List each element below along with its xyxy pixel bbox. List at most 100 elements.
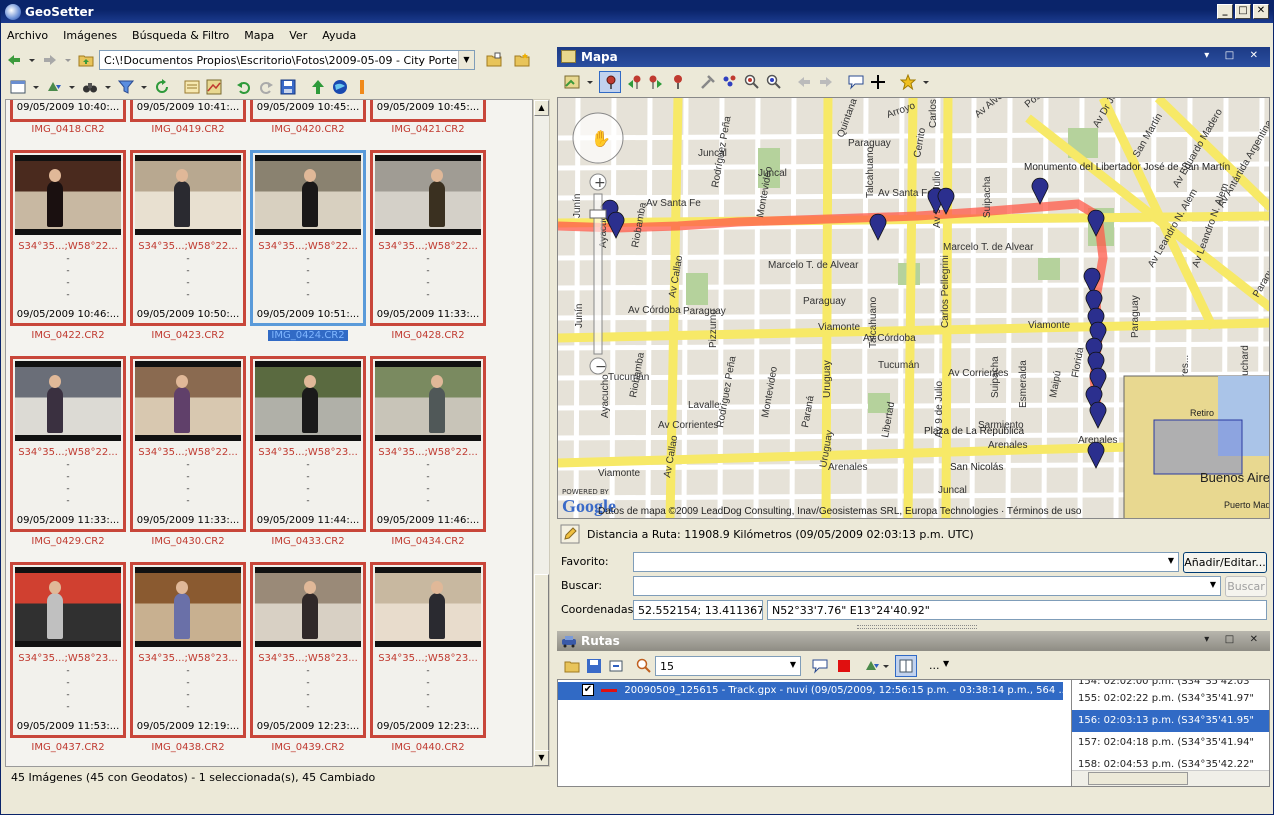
thumbnail-card[interactable]: S34°35...;W58°22... - - - - 09/05/2009 11:33:… <box>10 356 126 532</box>
save-route-icon[interactable] <box>586 658 602 674</box>
thumbnail-vertical-scrollbar[interactable]: ▲ ▼ <box>533 99 550 767</box>
sort-dropdown-icon[interactable] <box>68 79 76 95</box>
thumbnail-card[interactable]: S34°35...;W58°23... - - - - 09/05/2009 12:23:… <box>250 562 366 738</box>
track-point-item[interactable]: 157: 02:04:18 p.m. (S34°35'41.94" <box>1072 732 1269 754</box>
map-canvas[interactable]: Av Santa Fe Av Santa Fe Marcelo T. de Alve… <box>558 98 1270 519</box>
thumbnail-card[interactable]: S34°35...;W58°22... - - - - 09/05/2009 11:33:… <box>130 356 246 532</box>
thumbnail-card-partial[interactable]: 09/05/2009 10:45:... <box>370 100 486 122</box>
undo-icon[interactable] <box>236 79 252 95</box>
filter-funnel-icon[interactable] <box>118 79 134 95</box>
crosshair-icon[interactable] <box>870 74 886 90</box>
search-dropdown-icon[interactable] <box>104 79 112 95</box>
more-options-button[interactable]: ... <box>929 659 940 672</box>
maximize-button[interactable]: □ <box>1235 4 1251 19</box>
back-arrow-icon[interactable] <box>6 52 22 68</box>
track-point-item[interactable]: 156: 02:03:13 p.m. (S34°35'41.95" <box>1072 710 1269 732</box>
map-panel-controls[interactable]: ▾ □ ✕ <box>1204 50 1264 61</box>
zoom-level-combobox[interactable]: 15 ▼ <box>655 656 801 676</box>
save-icon[interactable] <box>280 79 296 95</box>
route-sort-icon[interactable] <box>864 658 880 674</box>
dms-coordinates-field[interactable]: N52°33'7.76" E13°24'40.92" <box>767 600 1267 620</box>
scroll-down-arrow-icon[interactable]: ▼ <box>534 750 549 766</box>
close-button[interactable]: ✕ <box>1253 4 1269 19</box>
thumbnail-card[interactable]: S34°35...;W58°22... - - - - 09/05/2009 10:46:… <box>10 150 126 326</box>
thumbnail-card[interactable]: S34°35...;W58°23... - - - - 09/05/2009 11:53:… <box>10 562 126 738</box>
minimize-button[interactable]: _ <box>1217 4 1233 19</box>
pencil-edit-icon[interactable] <box>560 524 580 544</box>
route-zoom-icon[interactable] <box>636 658 652 674</box>
filter-dropdown-icon[interactable] <box>140 79 148 95</box>
route-sort-dropdown-icon[interactable] <box>882 658 890 674</box>
binoculars-icon[interactable] <box>82 79 98 95</box>
browse-folders-icon[interactable] <box>486 52 502 68</box>
route-item-row[interactable]: ✔ 20090509_125615 - Track.gpx - nuvi (09… <box>558 682 1063 700</box>
overview-viewport-box[interactable] <box>1153 419 1243 475</box>
thumbnail-card[interactable]: S34°35...;W58°23... - - - - 09/05/2009 11:44:… <box>250 356 366 532</box>
routes-panel-controls[interactable]: ▾ □ ✕ <box>1204 634 1264 645</box>
splitter-grip[interactable] <box>857 625 977 629</box>
path-dropdown-arrow-icon[interactable]: ▼ <box>458 51 474 69</box>
forward-dropdown-icon[interactable] <box>64 52 72 68</box>
go-to-marker-icon[interactable] <box>626 74 642 90</box>
show-all-markers-icon[interactable] <box>722 74 738 90</box>
google-earth-icon[interactable] <box>332 79 348 95</box>
redo-icon[interactable] <box>258 79 274 95</box>
next-arrow-icon[interactable] <box>818 74 834 90</box>
search-combobox[interactable]: ▼ <box>633 576 1221 596</box>
track-point-item[interactable]: 154: 02:02:00 p.m. (S34°35'42.03" <box>1072 680 1269 688</box>
info-icon[interactable] <box>354 79 370 95</box>
thumbnail-grid[interactable]: 09/05/2009 10:40:... IMG_0418.CR2 09/05/20… <box>5 99 533 767</box>
map-type-icon[interactable] <box>564 74 580 90</box>
zoom-slider-handle[interactable] <box>589 209 607 219</box>
more-options-dropdown-icon[interactable]: ▼ <box>943 659 949 668</box>
scroll-up-arrow-icon[interactable]: ▲ <box>534 100 549 116</box>
zoom-position-icon[interactable] <box>766 74 782 90</box>
track-points-horizontal-scrollbar[interactable] <box>1072 770 1269 786</box>
favorite-combobox[interactable]: ▼ <box>633 552 1179 572</box>
back-dropdown-icon[interactable] <box>28 52 36 68</box>
menu-ver[interactable]: Ver <box>289 29 307 42</box>
track-point-item[interactable]: 155: 02:02:22 p.m. (S34°35'41.97" <box>1072 688 1269 710</box>
view-mode-dropdown-icon[interactable] <box>32 79 40 95</box>
refresh-icon[interactable] <box>154 79 170 95</box>
scrollbar-thumb[interactable] <box>534 574 549 754</box>
folder-up-icon[interactable] <box>78 52 94 68</box>
menu-imagenes[interactable]: Imágenes <box>63 29 117 42</box>
menu-ayuda[interactable]: Ayuda <box>322 29 356 42</box>
export-up-icon[interactable] <box>310 79 326 95</box>
thumbnail-card[interactable]: S34°35...;W58°22... - - - - 09/05/2009 10:50:… <box>130 150 246 326</box>
thumbnail-card[interactable]: S34°35...;W58°22... - - - - 09/05/2009 10:51:… <box>250 150 366 326</box>
zoom-markers-icon[interactable] <box>744 74 760 90</box>
menu-archivo[interactable]: Archivo <box>7 29 48 42</box>
speech-bubble-icon[interactable] <box>848 74 864 90</box>
split-view-toggle[interactable] <box>895 655 917 677</box>
map-type-dropdown-icon[interactable] <box>586 74 594 90</box>
open-route-folder-icon[interactable] <box>564 658 580 674</box>
folder-path-combobox[interactable]: C:\!Documentos Propios\Escritorio\Fotos\… <box>99 50 475 70</box>
thumbnail-card[interactable]: S34°35...;W58°22... - - - - 09/05/2009 11:33:… <box>370 150 486 326</box>
thumbnail-card-partial[interactable]: 09/05/2009 10:45:... <box>250 100 366 122</box>
prev-arrow-icon[interactable] <box>796 74 812 90</box>
thumbnail-card[interactable]: S34°35...;W58°23... - - - - 09/05/2009 12:23:… <box>370 562 486 738</box>
google-map-view[interactable]: Av Santa Fe Av Santa Fe Marcelo T. de Alve… <box>557 97 1270 519</box>
assign-marker-icon[interactable] <box>648 74 664 90</box>
tools-icon[interactable] <box>700 74 716 90</box>
map-assign-icon[interactable] <box>206 79 222 95</box>
favorite-dropdown-icon[interactable]: ▼ <box>1168 556 1174 565</box>
zoom-dropdown-icon[interactable]: ▼ <box>790 660 796 669</box>
scrollbar-thumb[interactable] <box>1088 772 1188 785</box>
search-dropdown-icon[interactable]: ▼ <box>1210 580 1216 589</box>
remove-marker-icon[interactable] <box>670 74 686 90</box>
menu-mapa[interactable]: Mapa <box>244 29 274 42</box>
route-visible-checkbox[interactable]: ✔ <box>582 684 594 696</box>
search-button[interactable]: Buscar <box>1225 576 1267 597</box>
thumbnail-card[interactable]: S34°35...;W58°23... - - - - 09/05/2009 12:19:… <box>130 562 246 738</box>
thumbnail-card-partial[interactable]: 09/05/2009 10:40:... <box>10 100 126 122</box>
sort-icon[interactable] <box>46 79 62 95</box>
route-export-icon[interactable] <box>608 658 624 674</box>
favorites-dropdown-icon[interactable] <box>922 74 930 90</box>
route-bubble-icon[interactable] <box>812 658 828 674</box>
decimal-coordinates-field[interactable]: 52.552154; 13.411367 <box>633 600 763 620</box>
forward-arrow-icon[interactable] <box>42 52 58 68</box>
edit-data-icon[interactable] <box>184 79 200 95</box>
